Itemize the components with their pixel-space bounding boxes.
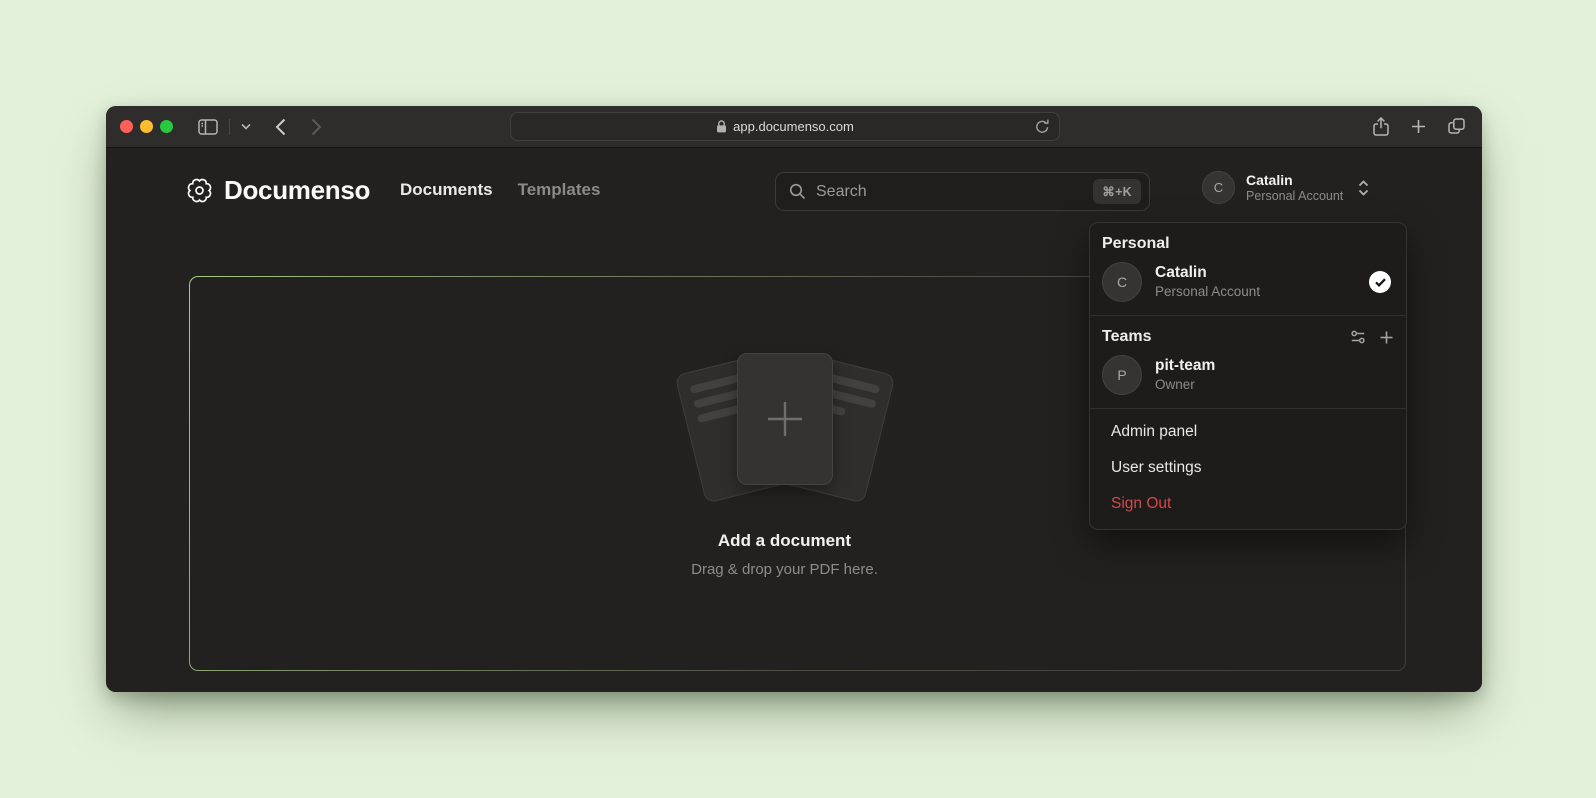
search-input[interactable]: Search ⌘+K bbox=[775, 172, 1150, 211]
search-shortcut-badge: ⌘+K bbox=[1093, 179, 1141, 204]
personal-account-name: Catalin bbox=[1155, 264, 1260, 282]
page-content: Documenso Documents Templates Search ⌘+K… bbox=[106, 148, 1482, 692]
toolbar-divider bbox=[229, 119, 230, 135]
account-name: Catalin bbox=[1246, 172, 1343, 188]
personal-section-label: Personal bbox=[1102, 230, 1394, 257]
add-document-plus-icon bbox=[761, 395, 809, 443]
nav-templates[interactable]: Templates bbox=[518, 180, 601, 200]
team-avatar: P bbox=[1102, 355, 1142, 395]
personal-account-type: Personal Account bbox=[1155, 284, 1260, 300]
teams-section: Teams bbox=[1090, 316, 1406, 408]
avatar: C bbox=[1202, 171, 1235, 204]
tabs-overview-icon[interactable] bbox=[1448, 118, 1465, 135]
sidebar-toggle-icon[interactable] bbox=[198, 119, 218, 135]
team-name: pit-team bbox=[1155, 357, 1215, 375]
reload-icon[interactable] bbox=[1035, 118, 1050, 135]
menu-item-user-settings[interactable]: User settings bbox=[1090, 450, 1406, 486]
dropzone-title: Add a document bbox=[718, 531, 851, 551]
url-text: app.documenso.com bbox=[733, 119, 854, 134]
personal-section: Personal C Catalin Personal Account bbox=[1090, 223, 1406, 315]
minimize-window-button[interactable] bbox=[140, 120, 153, 133]
manage-teams-sliders-icon[interactable] bbox=[1350, 329, 1366, 345]
fullscreen-window-button[interactable] bbox=[160, 120, 173, 133]
chevron-down-icon[interactable] bbox=[241, 123, 251, 130]
teams-header: Teams bbox=[1102, 323, 1394, 350]
main-nav: Documents Templates bbox=[400, 180, 600, 200]
create-team-plus-icon[interactable] bbox=[1379, 330, 1394, 345]
account-type: Personal Account bbox=[1246, 189, 1343, 204]
search-placeholder: Search bbox=[816, 183, 867, 201]
forward-icon[interactable] bbox=[311, 118, 322, 136]
personal-account-row[interactable]: C Catalin Personal Account bbox=[1102, 257, 1394, 307]
toolbar-left-icons bbox=[198, 106, 322, 147]
check-icon bbox=[1369, 271, 1391, 293]
team-role: Owner bbox=[1155, 377, 1215, 393]
menu-items: Admin panel User settings Sign Out bbox=[1090, 409, 1406, 529]
document-card-center bbox=[737, 353, 833, 485]
account-button-text: Catalin Personal Account bbox=[1246, 172, 1343, 204]
share-icon[interactable] bbox=[1373, 117, 1389, 136]
back-icon[interactable] bbox=[275, 118, 286, 136]
team-row[interactable]: P pit-team Owner bbox=[1102, 350, 1394, 400]
search-icon bbox=[789, 183, 806, 200]
team-text: pit-team Owner bbox=[1155, 357, 1215, 393]
browser-toolbar: app.documenso.com bbox=[106, 106, 1482, 148]
window-controls bbox=[120, 106, 173, 147]
close-window-button[interactable] bbox=[120, 120, 133, 133]
documents-illustration bbox=[673, 353, 897, 505]
dropzone-subtitle: Drag & drop your PDF here. bbox=[691, 561, 878, 578]
personal-account-text: Catalin Personal Account bbox=[1155, 264, 1260, 300]
new-tab-icon[interactable] bbox=[1411, 119, 1426, 134]
chevrons-up-down-icon bbox=[1357, 180, 1370, 196]
nav-documents[interactable]: Documents bbox=[400, 180, 493, 200]
teams-header-icons bbox=[1350, 329, 1394, 345]
menu-item-sign-out[interactable]: Sign Out bbox=[1090, 486, 1406, 522]
avatar: C bbox=[1102, 262, 1142, 302]
toolbar-right-icons bbox=[1373, 106, 1465, 147]
documenso-logo-icon bbox=[186, 177, 213, 204]
account-menu-button[interactable]: C Catalin Personal Account bbox=[1202, 171, 1370, 204]
teams-section-label: Teams bbox=[1102, 328, 1152, 346]
brand[interactable]: Documenso bbox=[186, 175, 370, 206]
url-bar[interactable]: app.documenso.com bbox=[510, 112, 1060, 141]
brand-name: Documenso bbox=[224, 175, 370, 206]
lock-icon bbox=[716, 120, 727, 133]
account-dropdown-menu: Personal C Catalin Personal Account bbox=[1089, 222, 1407, 530]
browser-window: app.documenso.com bbox=[106, 106, 1482, 692]
menu-item-admin-panel[interactable]: Admin panel bbox=[1090, 414, 1406, 450]
